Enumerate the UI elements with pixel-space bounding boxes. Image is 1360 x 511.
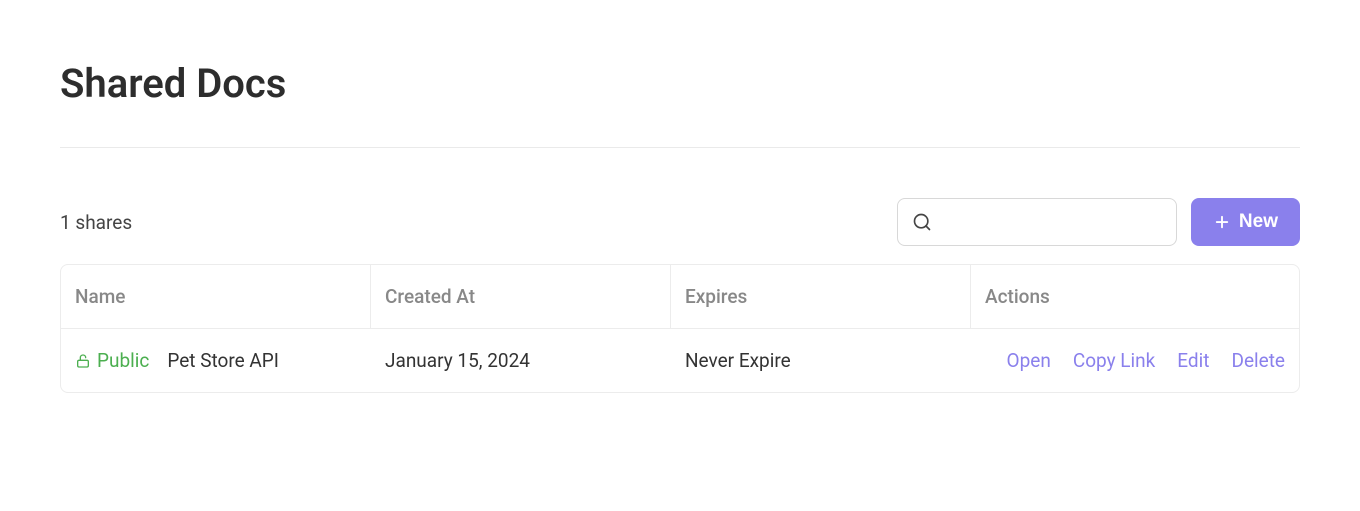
table-row: Public Pet Store API January 15, 2024 Ne… bbox=[61, 329, 1299, 392]
new-button[interactable]: New bbox=[1191, 198, 1300, 246]
copy-link-action[interactable]: Copy Link bbox=[1073, 349, 1155, 372]
shares-count: 1 shares bbox=[60, 211, 132, 234]
doc-name: Pet Store API bbox=[167, 349, 279, 372]
cell-created-at: January 15, 2024 bbox=[371, 329, 671, 392]
delete-action[interactable]: Delete bbox=[1231, 349, 1285, 372]
header-actions: Actions bbox=[971, 265, 1299, 328]
shares-table: Name Created At Expires Actions Public P… bbox=[60, 264, 1300, 393]
header-expires: Expires bbox=[671, 265, 971, 328]
header-name: Name bbox=[61, 265, 371, 328]
visibility-label: Public bbox=[97, 349, 149, 372]
page-title: Shared Docs bbox=[60, 60, 1300, 107]
open-action[interactable]: Open bbox=[1007, 349, 1051, 372]
header-created-at: Created At bbox=[371, 265, 671, 328]
cell-actions: Open Copy Link Edit Delete bbox=[971, 329, 1299, 392]
cell-name: Public Pet Store API bbox=[61, 329, 371, 392]
divider bbox=[60, 147, 1300, 148]
new-button-label: New bbox=[1239, 211, 1278, 233]
table-header: Name Created At Expires Actions bbox=[61, 265, 1299, 329]
cell-expires: Never Expire bbox=[671, 329, 971, 392]
edit-action[interactable]: Edit bbox=[1177, 349, 1209, 372]
toolbar-right: New bbox=[897, 198, 1300, 246]
search-input[interactable] bbox=[942, 213, 1162, 231]
toolbar: 1 shares New bbox=[60, 198, 1300, 246]
visibility-badge: Public bbox=[75, 349, 149, 372]
unlock-icon bbox=[75, 353, 91, 369]
search-icon bbox=[912, 212, 932, 232]
search-box[interactable] bbox=[897, 198, 1177, 246]
plus-icon bbox=[1213, 213, 1231, 231]
